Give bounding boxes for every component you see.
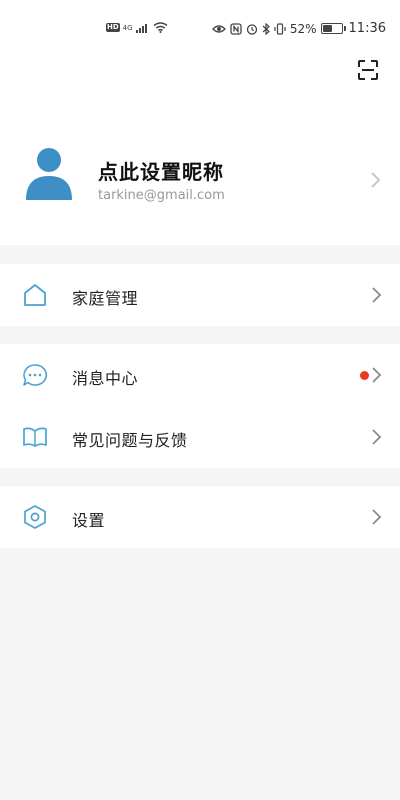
status-right: 52% 11:36 bbox=[211, 21, 386, 36]
nfc-icon bbox=[230, 22, 242, 35]
wifi-icon bbox=[153, 22, 168, 33]
battery-icon bbox=[320, 23, 346, 34]
vibrate-icon bbox=[274, 22, 286, 35]
menu-label-settings: 设置 bbox=[72, 511, 106, 530]
chevron-right-icon bbox=[371, 172, 381, 188]
menu-item-message-center[interactable]: 消息中心 bbox=[0, 344, 400, 406]
menu-label-home-management: 家庭管理 bbox=[72, 289, 139, 308]
alarm-icon bbox=[246, 23, 258, 35]
chevron-right-icon bbox=[372, 429, 382, 445]
chevron-right-icon bbox=[372, 287, 382, 303]
menu-item-settings[interactable]: 设置 bbox=[0, 486, 400, 548]
message-icon bbox=[23, 364, 48, 386]
user-avatar-icon[interactable] bbox=[24, 146, 74, 200]
signal-icon bbox=[135, 24, 147, 33]
status-left: HD 4G bbox=[106, 22, 168, 33]
eye-icon bbox=[211, 24, 226, 33]
menu-item-home-management[interactable]: 家庭管理 bbox=[0, 264, 400, 326]
scan-icon bbox=[358, 60, 378, 80]
home-icon bbox=[24, 284, 46, 306]
menu-group-settings: 设置 bbox=[0, 486, 400, 548]
menu-group-home: 家庭管理 bbox=[0, 264, 400, 326]
nickname-label[interactable]: 点此设置昵称 bbox=[98, 156, 224, 185]
hexagon-settings-icon bbox=[24, 505, 46, 529]
profile-row[interactable]: 点此设置昵称 tarkine@gmail.com bbox=[0, 130, 400, 230]
hd-badge: HD bbox=[106, 23, 120, 32]
menu-item-faq-feedback[interactable]: 常见问题与反馈 bbox=[0, 406, 400, 468]
menu-label-message-center: 消息中心 bbox=[72, 369, 139, 388]
bluetooth-icon bbox=[262, 22, 270, 35]
menu-group-support: 消息中心 常见问题与反馈 bbox=[0, 344, 400, 468]
status-bar: HD 4G 52% 11:36 bbox=[0, 0, 400, 40]
chevron-right-icon bbox=[372, 509, 382, 525]
battery-fill bbox=[322, 25, 332, 32]
book-icon bbox=[23, 427, 47, 447]
email-label: tarkine@gmail.com bbox=[98, 188, 225, 203]
chevron-right-icon bbox=[372, 367, 382, 383]
scan-button[interactable] bbox=[356, 58, 380, 82]
menu-label-faq-feedback: 常见问题与反馈 bbox=[72, 431, 188, 450]
unread-dot-badge bbox=[360, 371, 369, 380]
network-type: 4G bbox=[122, 23, 133, 32]
clock-time: 11:36 bbox=[348, 21, 386, 36]
battery-percent: 52% bbox=[289, 21, 317, 36]
